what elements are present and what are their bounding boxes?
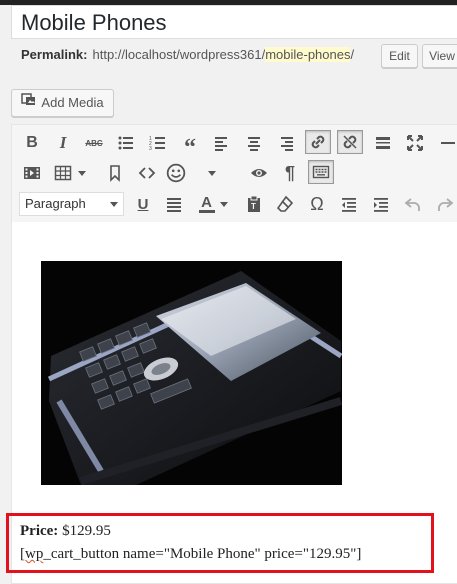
outdent-icon[interactable] [336, 192, 362, 216]
text-color-icon[interactable]: A [193, 192, 233, 216]
horizontal-line-icon[interactable] [435, 131, 457, 155]
numbered-list-icon[interactable]: 123 [145, 131, 171, 155]
undo-icon[interactable] [400, 192, 426, 216]
permalink-label: Permalink: [21, 47, 88, 62]
code-icon[interactable] [134, 161, 160, 185]
format-select[interactable]: Paragraph [19, 192, 124, 216]
redo-icon[interactable] [432, 192, 457, 216]
shortcode-rest: _cart_button name="Mobile Phone" price="… [43, 546, 362, 562]
underline-icon[interactable]: U [130, 192, 156, 216]
align-right-icon[interactable] [273, 131, 299, 155]
permalink-edit-button[interactable]: Edit [381, 44, 418, 68]
bold-icon[interactable]: B [19, 131, 45, 155]
bookmark-icon[interactable] [102, 161, 128, 185]
editor-content-area[interactable]: Price: $129.95 [wp_cart_button name="Mob… [6, 222, 457, 583]
table-icon[interactable] [50, 161, 90, 185]
italic-icon[interactable]: I [50, 131, 76, 155]
special-char-icon[interactable]: Ω [304, 192, 330, 216]
read-more-icon[interactable] [370, 131, 396, 155]
format-select-value: Paragraph [25, 196, 86, 211]
toolbar-toggle-icon[interactable] [308, 160, 334, 184]
post-editor: B I ABC 123 “ ¶ Paragraph U A T Ω Price:… [6, 124, 457, 584]
permalink-base: http://localhost/wordpress361/ [92, 47, 266, 62]
price-line: Price: $129.95 [20, 520, 431, 543]
shortcode-open: [wp [20, 546, 44, 562]
view-post-button[interactable]: View [422, 44, 457, 68]
editor-toolbar: B I ABC 123 “ ¶ Paragraph U A T Ω [12, 125, 457, 223]
preview-icon[interactable] [246, 161, 272, 185]
svg-text:3: 3 [149, 146, 152, 152]
unlink-icon[interactable] [337, 130, 363, 154]
mobile-phone-image[interactable] [41, 261, 342, 485]
fullscreen-icon[interactable] [402, 131, 428, 155]
paste-text-icon[interactable]: T [241, 192, 267, 216]
chevron-down-icon [110, 202, 118, 207]
media-icon[interactable] [19, 161, 45, 185]
post-title-input[interactable]: Mobile Phones [11, 5, 457, 39]
add-media-button[interactable]: Add Media [11, 89, 114, 117]
justify-icon[interactable] [161, 192, 187, 216]
align-center-icon[interactable] [241, 131, 267, 155]
indent-icon[interactable] [368, 192, 394, 216]
emoji-icon[interactable] [166, 161, 226, 185]
svg-text:T: T [251, 202, 256, 211]
paragraph-mark-icon[interactable]: ¶ [277, 161, 303, 185]
price-highlight-box: Price: $129.95 [wp_cart_button name="Mob… [6, 513, 434, 573]
align-left-icon[interactable] [209, 131, 235, 155]
add-media-icon [21, 90, 37, 116]
blockquote-icon[interactable]: “ [177, 131, 203, 161]
permalink-trail: / [350, 47, 355, 62]
bullet-list-icon[interactable] [113, 131, 139, 155]
price-label: Price: [20, 523, 59, 539]
price-value: $129.95 [62, 523, 111, 539]
cart-shortcode: [wp_cart_button name="Mobile Phone" pric… [20, 543, 431, 566]
insert-link-icon[interactable] [305, 130, 331, 154]
permalink-slug[interactable]: mobile-phones [265, 47, 351, 62]
permalink-row: Permalink: http://localhost/wordpress361… [21, 47, 354, 62]
strikethrough-icon[interactable]: ABC [81, 131, 107, 155]
clear-format-icon[interactable] [272, 192, 298, 216]
add-media-label: Add Media [41, 95, 104, 110]
